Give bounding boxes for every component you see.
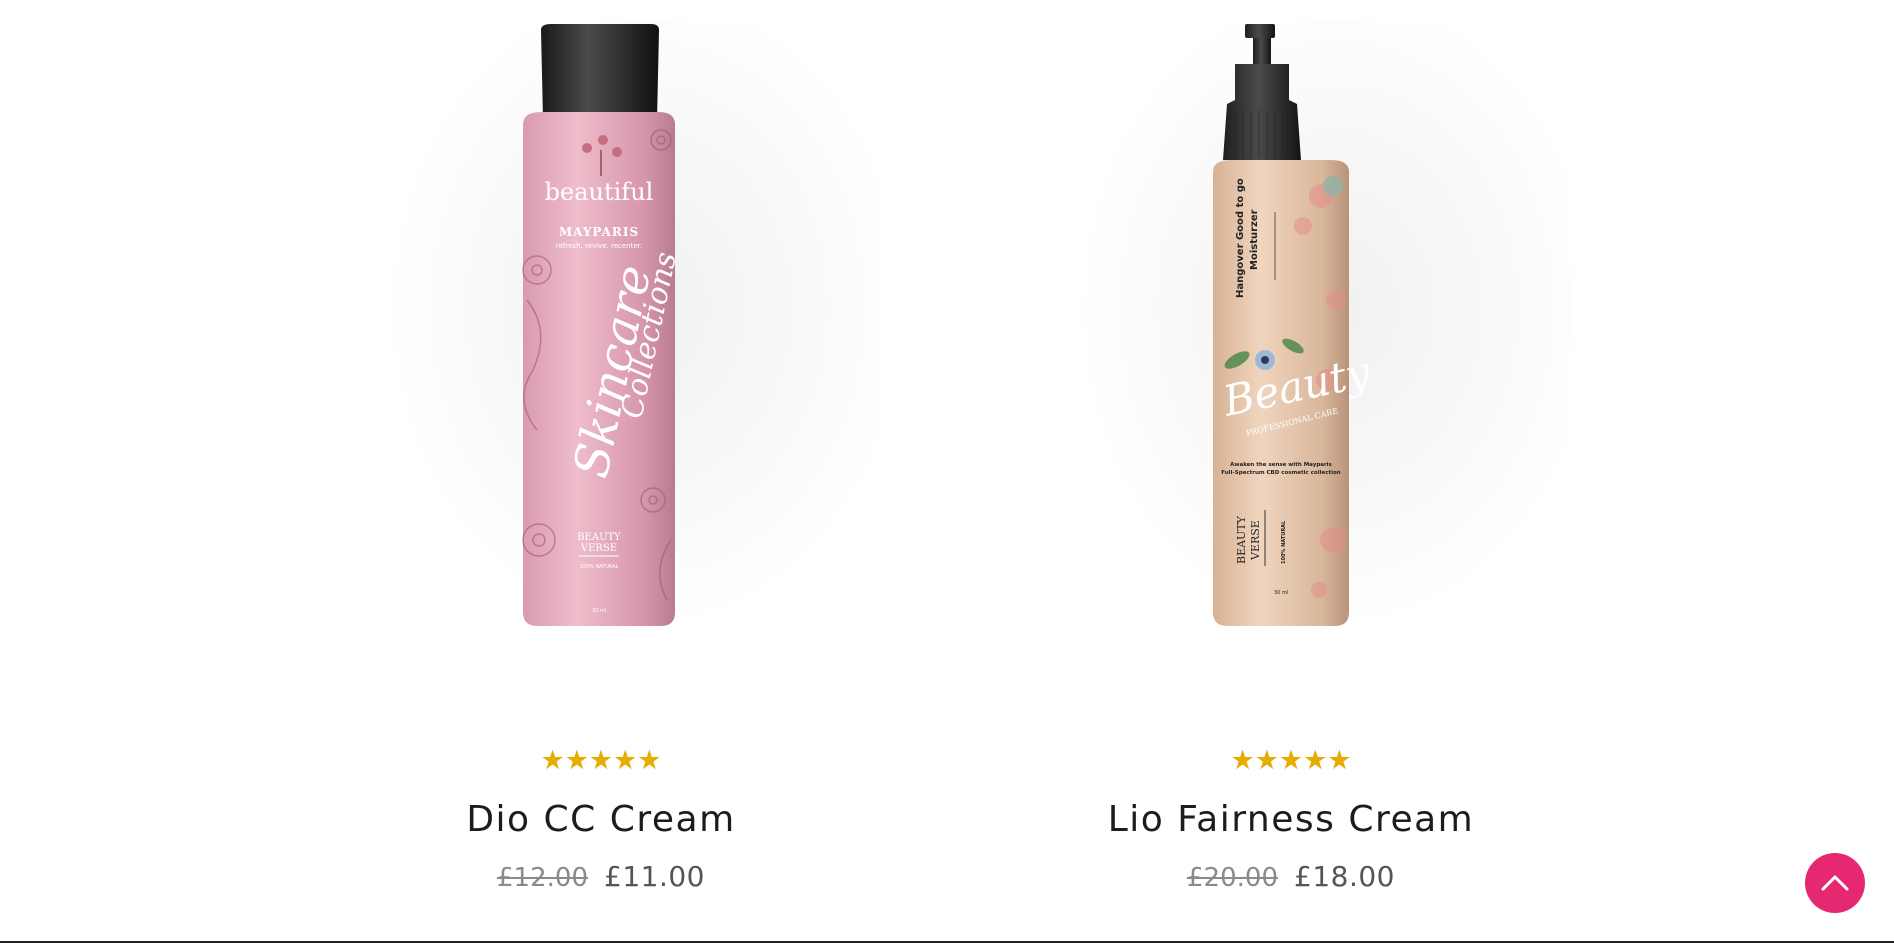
svg-text:refresh. revive. recenter.: refresh. revive. recenter.: [556, 242, 642, 250]
chevron-up-icon: [1821, 875, 1849, 891]
star-icons: ★★★★★: [540, 745, 662, 776]
svg-text:Moisturzer: Moisturzer: [1249, 209, 1260, 270]
product-name[interactable]: Dio CC Cream: [466, 798, 735, 842]
svg-text:30 ml: 30 ml: [592, 608, 606, 614]
product-image[interactable]: Hangover Good to go Moisturzer Beauty PR…: [991, 0, 1591, 700]
svg-text:Hangover Good to go: Hangover Good to go: [1235, 178, 1246, 298]
svg-text:BEAUTY: BEAUTY: [1235, 515, 1248, 564]
product-name[interactable]: Lio Fairness Cream: [1108, 798, 1475, 842]
star-rating: ★★★★★: [1230, 746, 1351, 776]
brand-text: beautiful: [545, 178, 654, 206]
svg-text:BEAUTY: BEAUTY: [577, 532, 621, 543]
product-card[interactable]: Hangover Good to go Moisturzer Beauty PR…: [991, 0, 1591, 943]
svg-text:MAYPARIS: MAYPARIS: [559, 225, 639, 239]
original-price: £20.00: [1187, 863, 1278, 893]
svg-text:VERSE: VERSE: [580, 543, 617, 554]
svg-text:100% NATURAL: 100% NATURAL: [580, 564, 619, 570]
svg-text:Full-Spectrum CBD cosmetic col: Full-Spectrum CBD cosmetic collection: [1221, 470, 1341, 476]
svg-text:VERSE: VERSE: [1249, 520, 1262, 561]
price-row: £20.00 £18.00: [1187, 860, 1395, 893]
svg-text:30 ml: 30 ml: [1274, 590, 1288, 596]
pink-bottle-image: beautiful MAYPARIS refresh. revive. rece…: [522, 24, 684, 626]
sale-price: £18.00: [1294, 860, 1395, 893]
svg-text:100% NATURAL: 100% NATURAL: [1281, 520, 1287, 564]
product-card[interactable]: beautiful MAYPARIS refresh. revive. rece…: [301, 0, 901, 943]
beige-pump-bottle-image: Hangover Good to go Moisturzer Beauty PR…: [1213, 24, 1375, 626]
star-rating: ★★★★★: [540, 746, 661, 776]
original-price: £12.00: [497, 863, 588, 893]
star-icons: ★★★★★: [1230, 745, 1352, 776]
svg-text:Awaken the sense with Mayparis: Awaken the sense with Mayparis: [1230, 462, 1332, 468]
product-image[interactable]: beautiful MAYPARIS refresh. revive. rece…: [301, 0, 901, 700]
sale-price: £11.00: [604, 860, 705, 893]
price-row: £12.00 £11.00: [497, 860, 705, 893]
scroll-to-top-button[interactable]: [1805, 853, 1865, 913]
